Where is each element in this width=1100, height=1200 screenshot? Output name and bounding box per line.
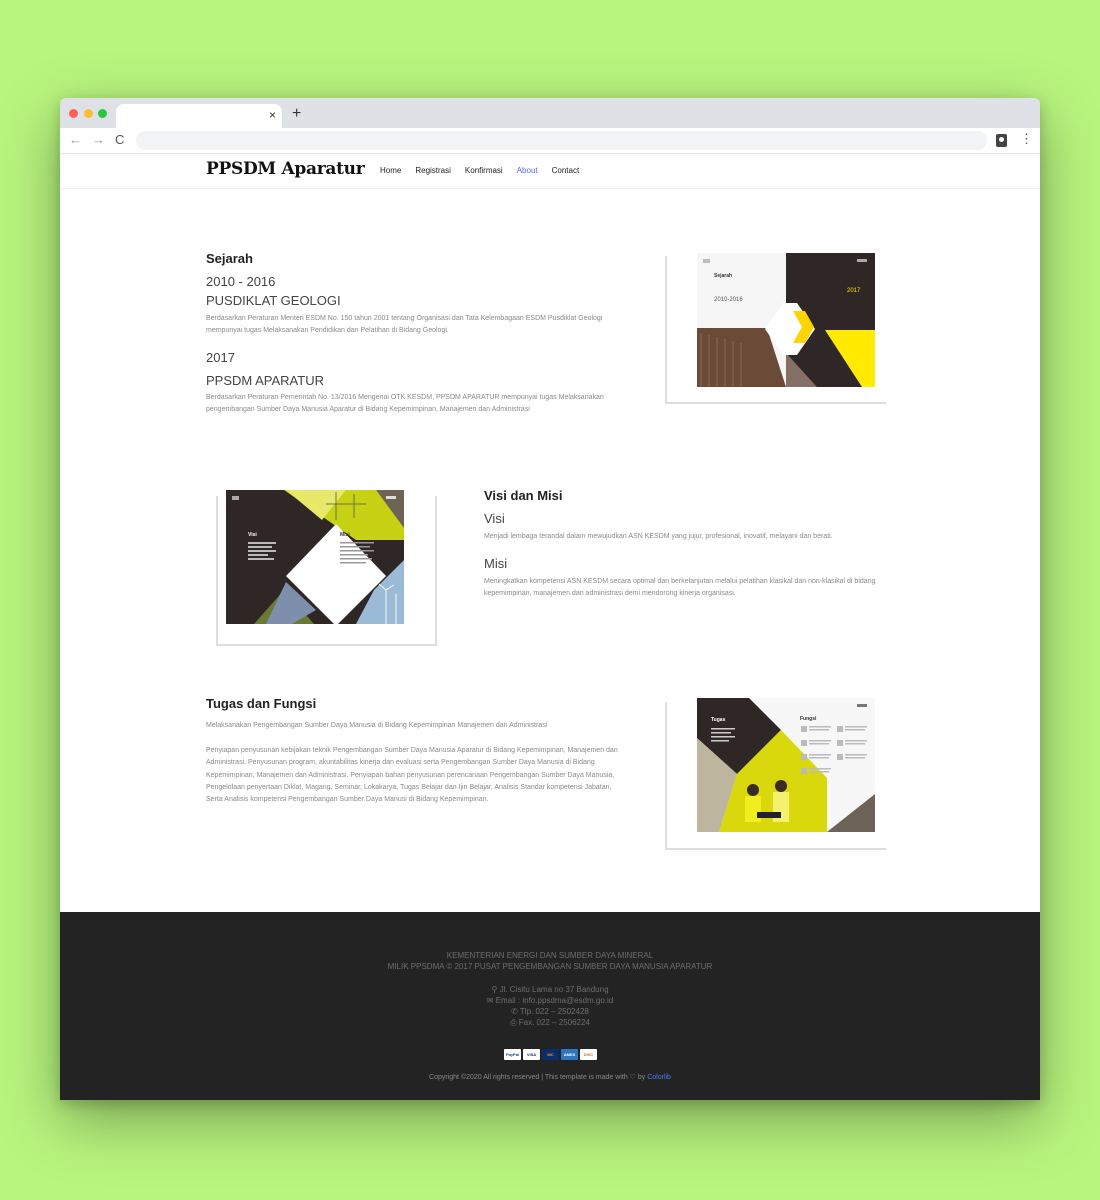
nav-konfirmasi[interactable]: Konfirmasi: [465, 166, 503, 175]
site-footer: KEMENTERIAN ENERGI DAN SUMBER DAYA MINER…: [60, 912, 1040, 1100]
fax-icon: ⎙: [510, 1018, 517, 1027]
browser-toolbar: ← → C ⋮: [60, 128, 1040, 154]
misi-image-label: Misi: [340, 532, 350, 538]
visa-icon: VISA: [523, 1049, 540, 1060]
discover-icon: DISC: [580, 1049, 597, 1060]
sejarah-image-years: 2010-2016: [714, 297, 743, 303]
sejarah-title-1: PUSDIKLAT GEOLOGI: [206, 293, 341, 308]
maximize-window-button[interactable]: [98, 109, 107, 118]
footer-fax-text: Fax. 022 – 2506224: [518, 1018, 590, 1027]
misi-text: Meningkatkan kompetensi ASN KESDM secara…: [484, 578, 876, 598]
close-window-button[interactable]: [69, 109, 78, 118]
main-nav: Home Registrasi Konfirmasi About Contact: [380, 166, 579, 175]
reload-icon[interactable]: C: [115, 133, 124, 147]
visi-text: Menjadi lembaga terandal dalam mewujudka…: [484, 533, 833, 540]
site-header: PPSDM Aparatur Home Registrasi Konfirmas…: [60, 154, 1040, 189]
footer-phone-text: Tlp. 022 – 2502428: [519, 1007, 589, 1016]
nav-registrasi[interactable]: Registrasi: [415, 166, 451, 175]
footer-owner: MILIK PPSDMA © 2017 PUSAT PENGEMBANGAN S…: [387, 962, 713, 971]
footer-email-text[interactable]: Email : info.ppsdma@esdm.go.id: [496, 996, 614, 1005]
kebab-menu-icon[interactable]: ⋮: [1020, 132, 1033, 146]
sejarah-heading: Sejarah: [206, 251, 253, 266]
address-bar[interactable]: [136, 131, 987, 150]
visi-misi-heading: Visi dan Misi: [484, 488, 563, 503]
phone-icon: ✆: [511, 1007, 518, 1016]
nav-contact[interactable]: Contact: [552, 166, 580, 175]
map-marker-icon: ⚲: [491, 985, 498, 994]
minimize-window-button[interactable]: [84, 109, 93, 118]
back-arrow-icon[interactable]: ←: [69, 133, 82, 147]
tugas-heading: Tugas dan Fungsi: [206, 696, 317, 711]
nav-home[interactable]: Home: [380, 166, 401, 175]
footer-ministry: KEMENTERIAN ENERGI DAN SUMBER DAYA MINER…: [446, 951, 654, 960]
clipboard-icon[interactable]: [996, 134, 1007, 147]
sejarah-title-2: PPSDM APARATUR: [206, 373, 324, 388]
fungsi-image-label: Fungsi: [800, 716, 817, 722]
sejarah-text-2: Berdasarkan Peraturan Pemerintah No. 13/…: [206, 394, 604, 414]
sejarah-image-label: Sejarah: [714, 273, 733, 279]
footer-address-text: Jl. Cisitu Lama no 37 Bandung: [499, 985, 609, 994]
sejarah-year-1: 2010 - 2016: [206, 274, 276, 289]
tugas-text-2: Penyiapan penyusunan kebijakan teknik Pe…: [206, 747, 618, 804]
close-tab-icon[interactable]: ×: [269, 108, 276, 122]
envelope-icon: ✉: [486, 996, 494, 1005]
visi-image: [226, 490, 404, 624]
tugas-image-label: Tugas: [711, 717, 726, 723]
mastercard-icon: MC: [542, 1049, 559, 1060]
browser-tab[interactable]: ×: [116, 104, 282, 128]
copyright-text: Copyright ©2020 All rights reserved | Th…: [429, 1074, 646, 1081]
browser-window: × + ← → C ⋮ PPSDM Aparatur Home Registra…: [60, 98, 1040, 1100]
paypal-icon: PayPal: [504, 1049, 521, 1060]
footer-fax: ⎙ Fax. 022 – 2506224: [60, 1017, 1040, 1028]
site-logo[interactable]: PPSDM Aparatur: [206, 159, 365, 179]
footer-address: ⚲ Jl. Cisitu Lama no 37 Bandung: [60, 984, 1040, 995]
sejarah-text-1: Berdasarkan Peraturan Menteri ESDM No. 1…: [206, 315, 603, 335]
sejarah-image-year-right: 2017: [847, 288, 861, 294]
visi-image-label: Visi: [248, 532, 257, 538]
misi-title: Misi: [484, 556, 508, 571]
forward-arrow-icon[interactable]: →: [92, 133, 105, 147]
sejarah-year-2: 2017: [206, 350, 235, 365]
new-tab-icon[interactable]: +: [292, 106, 301, 122]
footer-email: ✉ Email : info.ppsdma@esdm.go.id: [60, 995, 1040, 1006]
tugas-text-1: Melaksanakan Pengembangan Sumber Daya Ma…: [206, 722, 548, 729]
footer-phone: ✆ Tlp. 022 – 2502428: [60, 1006, 1040, 1017]
amex-icon: AMEX: [561, 1049, 578, 1060]
nav-about[interactable]: About: [517, 166, 538, 175]
colorlib-link[interactable]: Colorlib: [647, 1074, 671, 1081]
visi-title: Visi: [484, 511, 505, 526]
copyright: Copyright ©2020 All rights reserved | Th…: [60, 1073, 1040, 1081]
tab-bar: × +: [60, 98, 1040, 128]
payment-cards: PayPal VISA MC AMEX DISC: [504, 1049, 597, 1060]
